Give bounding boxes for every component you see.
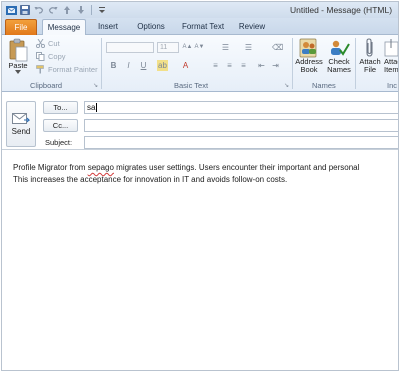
attach-file-label-line2: File [363,65,377,74]
undo-icon[interactable] [33,4,45,16]
chevron-down-icon [15,70,21,74]
title-bar: Untitled - Message (HTML) [2,2,398,18]
format-painter-button[interactable]: Format Painter [36,65,98,74]
attach-item-button[interactable]: Attach Item [384,38,399,74]
shrink-font-icon[interactable]: A▼ [194,42,205,53]
check-names-button[interactable]: Check Names [324,38,354,74]
italic-button[interactable]: I [123,60,134,71]
address-book-icon [299,38,317,58]
tab-file[interactable]: File [5,19,37,35]
message-body[interactable]: Profile Migrator from sepago migrates us… [13,162,398,186]
font-name-combo[interactable] [106,42,154,53]
clear-formatting-icon[interactable]: ⌫ [272,42,283,53]
attach-item-icon [384,39,398,57]
decrease-indent-icon[interactable]: ⇤ [256,60,267,71]
basic-text-group-label: Basic Text [174,81,209,90]
outlook-message-window: Untitled - Message (HTML) File Message I… [1,1,399,371]
bold-button[interactable]: B [108,60,119,71]
to-field[interactable]: sa [84,101,398,114]
bullets-icon[interactable]: ☰ [220,42,231,53]
body-line1-prefix: Profile Migrator from [13,163,88,172]
misspelled-word: sepago [87,163,114,172]
toolbar-separator [91,5,92,15]
tab-message[interactable]: Message [42,19,86,36]
subject-field[interactable] [84,136,398,149]
underline-button[interactable]: U [138,60,149,71]
cut-label: Cut [48,39,60,48]
highlight-icon[interactable]: ab [157,60,168,71]
include-group-label: Inc [387,81,398,90]
send-label: Send [11,126,31,136]
window-title: Untitled - Message (HTML) [290,5,393,15]
paintbrush-icon [36,65,44,74]
format-painter-label: Format Painter [48,65,98,74]
save-icon[interactable] [19,4,31,16]
basic-text-launcher-icon[interactable]: ↘ [284,82,289,89]
outlook-app-icon[interactable] [5,4,17,16]
message-body-line-2: This increases the acceptance for innova… [13,175,288,184]
paste-icon [9,38,28,62]
check-names-icon [331,40,350,56]
down-arrow-icon[interactable] [75,4,87,16]
to-field-value: sa [87,103,96,112]
up-arrow-icon[interactable] [61,4,73,16]
send-button[interactable]: Send [6,101,36,147]
body-line1-suffix: migrates user settings. Users encounter … [113,163,360,172]
tab-insert[interactable]: Insert [91,19,125,35]
paperclip-icon [366,38,373,57]
attach-item-label-line2: Item [384,65,399,74]
to-button[interactable]: To... [43,101,78,114]
check-names-label-line2: Names [327,65,351,74]
clipboard-group-label: Clipboard [30,81,63,90]
align-right-icon[interactable]: ≡ [238,60,249,71]
group-separator [355,38,356,89]
paste-button[interactable]: Paste [5,38,31,74]
tab-options[interactable]: Options [132,19,170,35]
subject-label: Subject: [45,138,73,147]
ribbon: Paste Cut Copy Format Painter Clipboard … [2,35,399,92]
attach-file-button[interactable]: Attach File [357,38,383,74]
increase-indent-icon[interactable]: ⇥ [270,60,281,71]
address-book-label-line2: Book [300,65,318,74]
ribbon-tabs: File Message Insert Options Format Text … [2,18,398,36]
scissors-icon [36,39,45,48]
cc-field[interactable] [84,119,398,132]
numbering-icon[interactable]: ☰ [243,42,254,53]
names-group-label: Names [312,81,336,90]
tab-format-text[interactable]: Format Text [178,19,228,35]
copy-label: Copy [48,52,66,61]
quick-access-toolbar [5,4,108,16]
tab-review[interactable]: Review [234,19,270,35]
copy-button[interactable]: Copy [36,52,66,61]
send-envelope-icon [12,112,30,124]
font-color-icon[interactable]: A [180,60,191,71]
redo-icon[interactable] [47,4,59,16]
message-body-line-1: Profile Migrator from sepago migrates us… [13,162,398,174]
align-left-icon[interactable]: ≡ [210,60,221,71]
clipboard-launcher-icon[interactable]: ↘ [93,82,98,89]
group-separator [292,38,293,89]
grow-font-icon[interactable]: A▲ [182,42,193,53]
align-center-icon[interactable]: ≡ [224,60,235,71]
cc-button[interactable]: Cc... [43,119,78,132]
group-separator [101,38,102,89]
text-cursor [96,103,98,113]
paste-label: Paste [8,61,28,70]
cut-button[interactable]: Cut [36,39,60,48]
customize-toolbar-icon[interactable] [96,4,108,16]
copy-icon [36,52,45,61]
address-book-button[interactable]: Address Book [294,38,324,74]
font-size-combo[interactable]: 11 [157,42,179,53]
header-divider [2,149,398,150]
